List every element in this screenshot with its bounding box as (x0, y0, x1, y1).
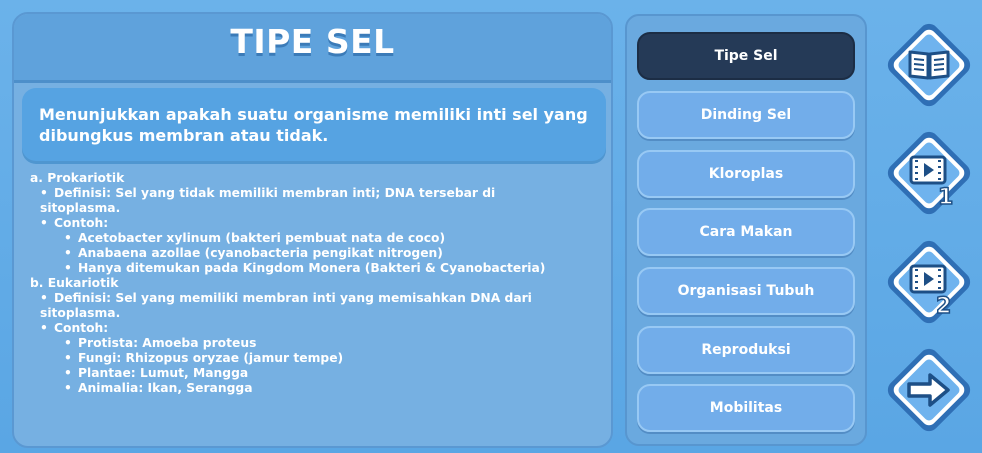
definisi-prokariotik: Definisi: Sel yang tidak memiliki membra… (54, 186, 496, 200)
list-item: • Definisi: Sel yang tidak memiliki membr… (30, 186, 605, 201)
definisi-eukariotik-cont: sitoplasma. (40, 306, 121, 320)
bullet-icon: • (40, 291, 48, 305)
section-heading-prokariotik: a. Prokariotik (30, 171, 125, 185)
example-item: Acetobacter xylinum (bakteri pembuat nat… (78, 231, 446, 245)
menu-item-cara-makan[interactable]: Cara Makan (637, 208, 855, 256)
list-item-continuation: sitoplasma. (30, 306, 605, 321)
list-item: • Hanya ditemukan pada Kingdom Monera (Ba… (30, 261, 605, 276)
arrow-right-icon (887, 348, 971, 432)
video-2-button[interactable]: 2 (880, 233, 978, 331)
bullet-icon: • (64, 336, 72, 350)
example-item: Animalia: Ikan, Serangga (78, 381, 253, 395)
bullet-icon: • (40, 216, 48, 230)
video-1-button[interactable]: 1 (880, 124, 978, 222)
video-1-icon: 1 (887, 131, 971, 215)
menu-item-reproduksi[interactable]: Reproduksi (637, 326, 855, 374)
list-item: • Contoh: (30, 216, 605, 231)
bullet-icon: • (40, 186, 48, 200)
contoh-label: Contoh: (54, 216, 109, 230)
content-list: a. Prokariotik • Definisi: Sel yang tidak… (30, 171, 605, 396)
list-item: • Animalia: Ikan, Serangga (30, 381, 605, 396)
example-item: Protista: Amoeba proteus (78, 336, 257, 350)
bullet-icon: • (40, 321, 48, 335)
content-panel: TIPE SEL Menunjukkan apakah suatu organi… (12, 12, 613, 448)
bullet-icon: • (64, 366, 72, 380)
example-item: Plantae: Lumut, Mangga (78, 366, 249, 380)
example-item: Fungi: Rhizopus oryzae (jamur tempe) (78, 351, 344, 365)
list-item: • Plantae: Lumut, Mangga (30, 366, 605, 381)
bullet-icon: • (64, 246, 72, 260)
menu-item-tipe-sel[interactable]: Tipe Sel (637, 32, 855, 80)
menu-item-organisasi-tubuh[interactable]: Organisasi Tubuh (637, 267, 855, 315)
description-box: Menunjukkan apakah suatu organisme memil… (22, 88, 606, 164)
video-2-icon: 2 (887, 240, 971, 324)
topic-menu: Tipe Sel Dinding Sel Kloroplas Cara Maka… (625, 14, 867, 446)
list-item: • Fungi: Rhizopus oryzae (jamur tempe) (30, 351, 605, 366)
list-item: • Contoh: (30, 321, 605, 336)
list-item: • Acetobacter xylinum (bakteri pembuat na… (30, 231, 605, 246)
menu-item-kloroplas[interactable]: Kloroplas (637, 150, 855, 198)
page-title: TIPE SEL (230, 22, 395, 61)
menu-item-dinding-sel[interactable]: Dinding Sel (637, 91, 855, 139)
list-item: • Definisi: Sel yang memiliki membran int… (30, 291, 605, 306)
list-item: • Anabaena azollae (cyanobacteria pengika… (30, 246, 605, 261)
list-item-continuation: sitoplasma. (30, 201, 605, 216)
bullet-icon: • (64, 261, 72, 275)
bullet-icon: • (64, 381, 72, 395)
menu-item-mobilitas[interactable]: Mobilitas (637, 384, 855, 432)
contoh-label: Contoh: (54, 321, 109, 335)
example-item: Anabaena azollae (cyanobacteria pengikat… (78, 246, 443, 260)
bullet-icon: • (64, 351, 72, 365)
next-button[interactable] (880, 341, 978, 439)
list-item: • Protista: Amoeba proteus (30, 336, 605, 351)
title-bar: TIPE SEL (14, 14, 611, 83)
video-number: 1 (938, 185, 953, 210)
book-icon (887, 23, 971, 107)
definisi-eukariotik: Definisi: Sel yang memiliki membran inti… (54, 291, 532, 305)
example-item: Hanya ditemukan pada Kingdom Monera (Bak… (78, 261, 546, 275)
video-number: 2 (936, 294, 951, 319)
description-text: Menunjukkan apakah suatu organisme memil… (39, 105, 588, 145)
book-button[interactable] (880, 16, 978, 114)
section-heading-eukariotik: b. Eukariotik (30, 276, 119, 290)
definisi-prokariotik-cont: sitoplasma. (40, 201, 121, 215)
bullet-icon: • (64, 231, 72, 245)
